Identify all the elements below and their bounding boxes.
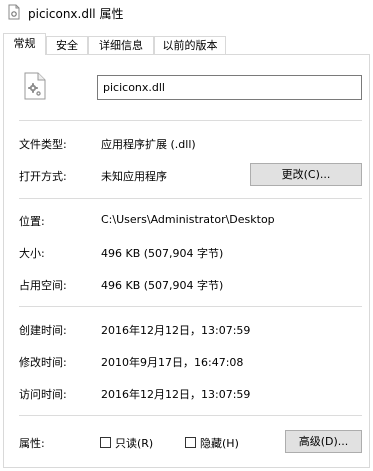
readonly-checkbox[interactable] [100, 437, 111, 448]
tab-strip: 常规 安全 详细信息 以前的版本 [3, 33, 370, 55]
size-on-disk-value: 496 KB (507,904 字节) [101, 279, 224, 292]
tab-previous-versions[interactable]: 以前的版本 [154, 36, 226, 54]
tab-details[interactable]: 详细信息 [88, 36, 154, 54]
readonly-label[interactable]: 只读(R) [115, 435, 153, 451]
tab-general[interactable]: 常规 [3, 33, 46, 55]
size-on-disk-label: 占用空间: [19, 279, 67, 292]
attributes-label: 属性: [19, 437, 45, 450]
opens-with-value: 未知应用程序 [101, 170, 167, 183]
file-type-value: 应用程序扩展 (.dll) [101, 138, 196, 151]
separator [19, 415, 362, 416]
created-value: 2016年12月12日，13:07:59 [101, 324, 251, 337]
created-label: 创建时间: [19, 324, 67, 337]
location-value: C:\Users\Administrator\Desktop [101, 213, 275, 226]
size-label: 大小: [19, 247, 45, 260]
dll-gear-icon [24, 72, 46, 100]
size-value: 496 KB (507,904 字节) [101, 247, 224, 260]
accessed-label: 访问时间: [19, 388, 67, 401]
location-label: 位置: [19, 215, 45, 228]
opens-with-label: 打开方式: [19, 170, 67, 183]
accessed-value: 2016年12月12日，13:07:59 [101, 388, 251, 401]
hidden-checkbox[interactable] [185, 437, 196, 448]
general-panel [3, 54, 370, 468]
separator [19, 198, 362, 199]
modified-value: 2010年9月17日，16:47:08 [101, 356, 244, 369]
file-icon [8, 4, 20, 20]
separator [19, 306, 362, 307]
advanced-button[interactable]: 高级(D)... [285, 430, 362, 453]
hidden-label[interactable]: 隐藏(H) [200, 435, 239, 451]
title-bar: piciconx.dll 属性 [0, 0, 373, 28]
window-title: piciconx.dll 属性 [28, 7, 124, 21]
properties-window: piciconx.dll 属性 常规 安全 详细信息 以前的版本 picicon… [0, 0, 373, 471]
file-type-label: 文件类型: [19, 138, 67, 151]
file-name-input[interactable]: piciconx.dll [97, 75, 362, 100]
modified-label: 修改时间: [19, 356, 67, 369]
change-button[interactable]: 更改(C)... [250, 163, 362, 186]
tab-security[interactable]: 安全 [46, 36, 88, 54]
separator [19, 120, 362, 121]
